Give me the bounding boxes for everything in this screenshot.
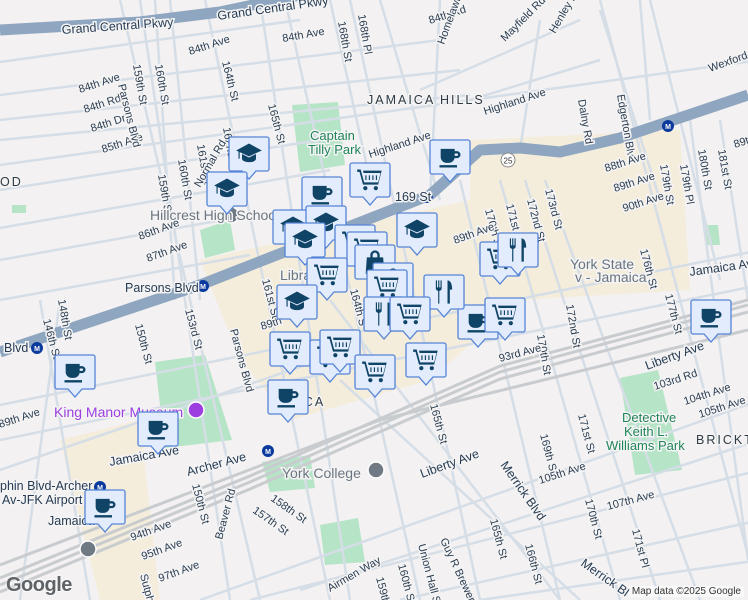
subway-station-icon[interactable]: M (662, 120, 674, 132)
route-25-shield: 25 (500, 152, 516, 168)
map-label-r84: 84th Rd (82, 93, 122, 116)
map-label-gcp2: Grand Central Pkwy (216, 0, 329, 23)
map-label-a89r: 89t (732, 135, 748, 151)
map-label-a89c: 89th Ave (0, 406, 41, 431)
map-label-st169: 169 St (395, 190, 432, 204)
map-label-s153: 153rd St (182, 308, 204, 351)
map-label-sutph2: Av-JFK Airport (2, 493, 83, 507)
map-label-ys2: v - Jamaica (575, 269, 647, 285)
svg-text:M: M (200, 284, 206, 291)
map-label-liberty2: Liberty Ave (418, 447, 481, 481)
map-label-a84b: 84th Ave (187, 33, 231, 58)
map-label-merrick2: Merrick Bl (578, 556, 632, 599)
map-label-s150b: 150th St (189, 483, 211, 526)
map-label-s171b: 171st St (575, 413, 597, 455)
map-label-s168: 168th St (335, 20, 354, 62)
map-label-a87: 87th Ave (145, 239, 189, 265)
train-station-icon[interactable] (79, 540, 97, 558)
map-label-tilly2: Tilly Park (308, 142, 361, 157)
subway-station-icon[interactable]: M (262, 445, 274, 457)
map-label-brickton: BRICKTO (696, 433, 748, 447)
map-label-s165b: 165th St (427, 403, 449, 446)
map-label-a97: 97th Ave (157, 559, 201, 585)
svg-text:25: 25 (504, 157, 513, 166)
map-label-tilly1: Captain (310, 128, 355, 143)
map-label-dk2: Keith L. (624, 424, 668, 439)
map-label-s170c: 170th St (582, 498, 604, 541)
map-canvas[interactable]: 25 MMMMMM Grand Central PkwyGrand Centra… (0, 0, 748, 600)
map-label-s181: 181st St (715, 148, 734, 190)
subway-station-icon[interactable]: M (197, 280, 209, 292)
map-label-dk3: Williams Park (606, 438, 685, 453)
map-label-a84c: 84th Ave (77, 71, 121, 96)
map-label-s160b: 160th St (175, 158, 194, 200)
map-label-od: OD (0, 175, 23, 189)
map-label-dk1: Detective (622, 410, 676, 425)
subway-station-icon[interactable]: M (31, 342, 43, 354)
svg-text:M: M (665, 124, 671, 131)
map-label-highland1: Highland Ave (482, 86, 547, 117)
google-logo: Google (6, 574, 72, 596)
map-label-r103: 103rd Rd (652, 367, 699, 392)
map-label-s172b: 172nd St (563, 303, 582, 348)
park-area (200, 220, 235, 258)
map-label-d84: 84th Dr (89, 112, 127, 135)
map-label-s159a: 159th St (130, 63, 149, 105)
map-label-jh: JAMAICA HILLS (367, 93, 485, 107)
school-icon[interactable] (367, 461, 385, 479)
map-label-henley: Henley Rd (547, 0, 583, 36)
map-label-s150a: 150th St (132, 323, 154, 366)
street (638, 0, 652, 121)
map-label-a84a: 84th Ave (281, 26, 325, 45)
svg-text:M: M (265, 449, 271, 456)
map-label-liberty1: Liberty Ave (643, 339, 706, 373)
map-label-york: York College (282, 465, 361, 481)
svg-text:M: M (34, 346, 40, 353)
map-label-parsons2: Parsons Blvd (125, 281, 199, 295)
map-attribution[interactable]: Map data ©2025 Google (628, 586, 744, 597)
map-label-wexford: Wexford Ter (707, 43, 748, 75)
map-label-blvd: Blvd (4, 341, 28, 355)
park-area (12, 205, 26, 213)
map-label-s159c: 159th St (373, 576, 395, 600)
marker-coffee[interactable] (54, 354, 96, 398)
map-label-sutph1: phin Blvd-Archer (0, 479, 92, 493)
museum-icon[interactable] (187, 401, 205, 419)
marker-coffee[interactable] (429, 139, 471, 183)
marker-cart[interactable] (349, 162, 391, 206)
map-label-a105b: 105th Ave (537, 460, 587, 486)
